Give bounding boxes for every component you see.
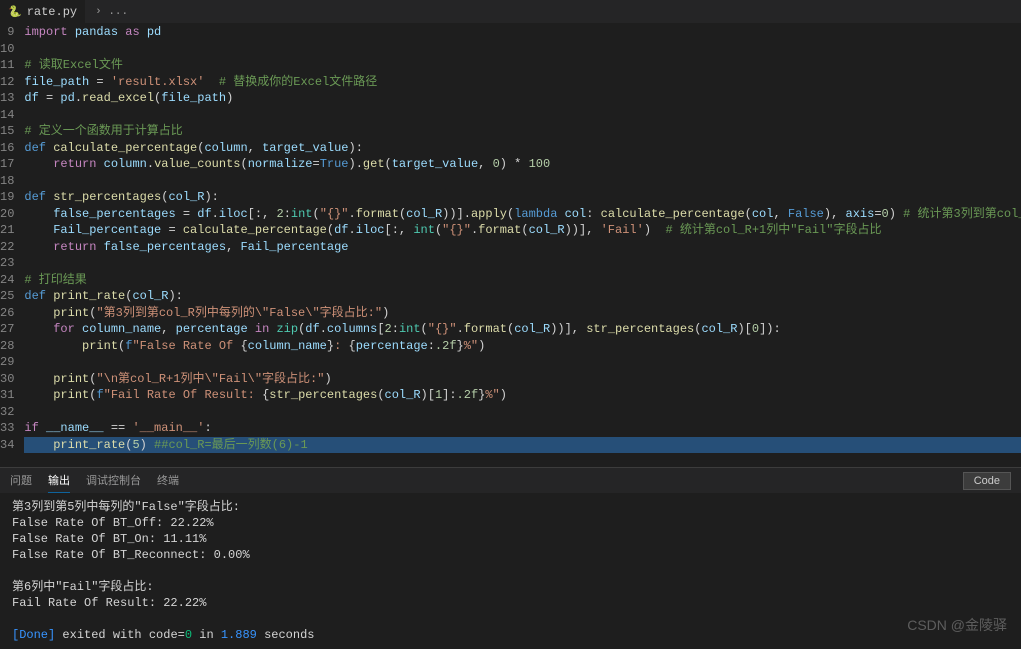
tab-filename: rate.py xyxy=(27,5,77,19)
panel-tab-bar: 问题输出调试控制台终端 Code xyxy=(0,467,1021,493)
line-number: 33 xyxy=(0,420,14,437)
terminal-line: False Rate Of BT_Off: 22.22% xyxy=(12,515,1009,531)
code-line[interactable]: false_percentages = df.iloc[:, 2:int("{}… xyxy=(24,206,1021,223)
line-number: 30 xyxy=(0,371,14,388)
line-number: 13 xyxy=(0,90,14,107)
line-number: 31 xyxy=(0,387,14,404)
line-number: 15 xyxy=(0,123,14,140)
line-number: 19 xyxy=(0,189,14,206)
code-line[interactable]: import pandas as pd xyxy=(24,24,1021,41)
line-numbers: 9101112131415161718192021222324252627282… xyxy=(0,24,24,467)
terminal-line: False Rate Of BT_On: 11.11% xyxy=(12,531,1009,547)
code-line[interactable]: # 定义一个函数用于计算占比 xyxy=(24,123,1021,140)
line-number: 29 xyxy=(0,354,14,371)
line-number: 32 xyxy=(0,404,14,421)
code-line[interactable]: return false_percentages, Fail_percentag… xyxy=(24,239,1021,256)
line-number: 24 xyxy=(0,272,14,289)
tab-bar: 🐍 rate.py › ... xyxy=(0,0,1021,24)
terminal-line: Fail Rate Of Result: 22.22% xyxy=(12,595,1009,611)
line-number: 9 xyxy=(0,24,14,41)
editor-tab[interactable]: 🐍 rate.py xyxy=(0,0,85,23)
line-number: 26 xyxy=(0,305,14,322)
code-line[interactable]: print("第3列到第col_R列中每列的\"False\"字段占比:") xyxy=(24,305,1021,322)
code-line[interactable]: def print_rate(col_R): xyxy=(24,288,1021,305)
code-line[interactable]: for column_name, percentage in zip(df.co… xyxy=(24,321,1021,338)
panel-tab-2[interactable]: 调试控制台 xyxy=(86,468,141,493)
line-number: 21 xyxy=(0,222,14,239)
terminal-line xyxy=(12,563,1009,579)
code-line[interactable]: def calculate_percentage(column, target_… xyxy=(24,140,1021,157)
watermark: CSDN @金陵驿 xyxy=(907,615,1007,635)
panel-tab-1[interactable]: 输出 xyxy=(48,468,70,493)
output-panel[interactable]: 第3列到第5列中每列的"False"字段占比:False Rate Of BT_… xyxy=(0,493,1021,649)
code-line[interactable] xyxy=(24,107,1021,124)
code-line[interactable] xyxy=(24,41,1021,58)
line-number: 28 xyxy=(0,338,14,355)
code-line[interactable]: # 读取Excel文件 xyxy=(24,57,1021,74)
code-area[interactable]: import pandas as pd # 读取Excel文件file_path … xyxy=(24,24,1021,467)
line-number: 22 xyxy=(0,239,14,256)
line-number: 20 xyxy=(0,206,14,223)
line-number: 34 xyxy=(0,437,14,454)
breadcrumb[interactable]: › ... xyxy=(85,4,138,20)
terminal-line xyxy=(12,611,1009,627)
code-line[interactable]: print(f"Fail Rate Of Result: {str_percen… xyxy=(24,387,1021,404)
line-number: 14 xyxy=(0,107,14,124)
line-number: 18 xyxy=(0,173,14,190)
code-line[interactable]: file_path = 'result.xlsx' # 替换成你的Excel文件… xyxy=(24,74,1021,91)
code-line[interactable]: return column.value_counts(normalize=Tru… xyxy=(24,156,1021,173)
python-icon: 🐍 xyxy=(8,5,22,19)
terminal-line: False Rate Of BT_Reconnect: 0.00% xyxy=(12,547,1009,563)
line-number: 25 xyxy=(0,288,14,305)
code-line[interactable]: if __name__ == '__main__': xyxy=(24,420,1021,437)
code-line[interactable]: Fail_percentage = calculate_percentage(d… xyxy=(24,222,1021,239)
code-line[interactable]: df = pd.read_excel(file_path) xyxy=(24,90,1021,107)
code-line[interactable]: print_rate(5) ##col_R=最后一列数(6)-1 xyxy=(24,437,1021,454)
code-editor[interactable]: 9101112131415161718192021222324252627282… xyxy=(0,24,1021,467)
line-number: 12 xyxy=(0,74,14,91)
line-number: 27 xyxy=(0,321,14,338)
code-line[interactable] xyxy=(24,255,1021,272)
code-line[interactable] xyxy=(24,404,1021,421)
line-number: 17 xyxy=(0,156,14,173)
code-line[interactable]: def str_percentages(col_R): xyxy=(24,189,1021,206)
line-number: 11 xyxy=(0,57,14,74)
line-number: 23 xyxy=(0,255,14,272)
code-line[interactable] xyxy=(24,354,1021,371)
code-line[interactable]: print(f"False Rate Of {column_name}: {pe… xyxy=(24,338,1021,355)
line-number: 10 xyxy=(0,41,14,58)
terminal-line: 第6列中"Fail"字段占比: xyxy=(12,579,1009,595)
terminal-line: 第3列到第5列中每列的"False"字段占比: xyxy=(12,499,1009,515)
line-number: 16 xyxy=(0,140,14,157)
code-line[interactable]: # 打印结果 xyxy=(24,272,1021,289)
code-line[interactable] xyxy=(24,173,1021,190)
code-button[interactable]: Code xyxy=(963,472,1011,490)
panel-tab-3[interactable]: 终端 xyxy=(157,468,179,493)
terminal-done-line: [Done] exited with code=0 in 1.889 secon… xyxy=(12,627,1009,643)
panel-tab-0[interactable]: 问题 xyxy=(10,468,32,493)
code-line[interactable]: print("\n第col_R+1列中\"Fail\"字段占比:") xyxy=(24,371,1021,388)
